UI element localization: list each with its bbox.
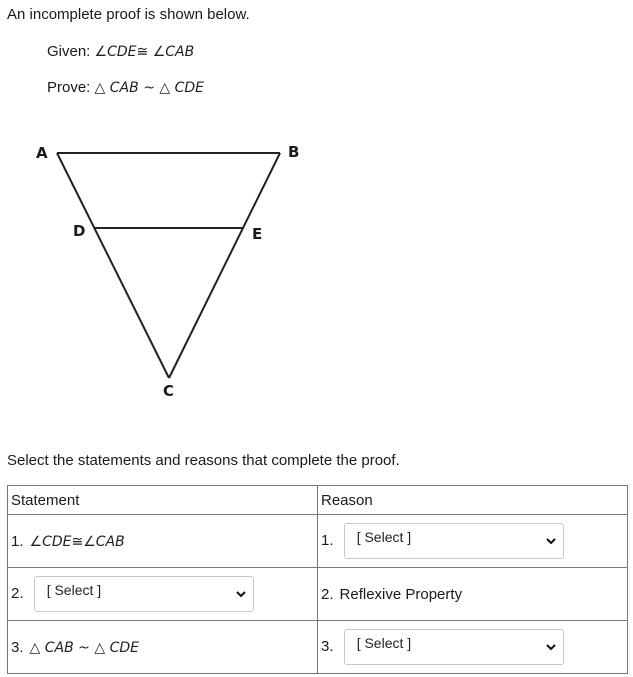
intro-text: An incomplete proof is shown below. (7, 6, 250, 23)
label-c: C (163, 382, 174, 400)
reason-cell-3: 3. [ Select ] (317, 620, 628, 674)
given-line: Given: ∠CDE≅ ∠CAB (47, 43, 194, 60)
label-e: E (252, 225, 262, 243)
table-row: 1. ∠CDE≅∠CAB 1. [ Select ] (7, 514, 628, 568)
statement-cell-2: 2. [ Select ] (7, 567, 318, 621)
statement-2-select[interactable]: [ Select ] (33, 576, 254, 612)
reason-2-text: Reflexive Property (339, 585, 463, 603)
table-row: 3. △ CAB ~ △ CDE 3. [ Select ] (7, 620, 628, 674)
given-label: Given: (47, 43, 91, 60)
statement-1-text: ∠CDE≅∠CAB (29, 533, 125, 550)
table-row: 2. [ Select ] 2. Reflexive Property (7, 567, 628, 621)
statement-3-text: △ CAB ~ △ CDE (29, 639, 139, 656)
chevron-down-icon (545, 644, 556, 651)
statement-cell-3: 3. △ CAB ~ △ CDE (7, 620, 318, 674)
triangle-figure: A B D E C (36, 143, 299, 400)
reason-3-select[interactable]: [ Select ] (343, 629, 564, 665)
reason-1-select[interactable]: [ Select ] (343, 523, 564, 559)
header-statement: Statement (7, 485, 318, 515)
statement-cell-1: 1. ∠CDE≅∠CAB (7, 514, 318, 568)
given-statement: ∠CDE≅ ∠CAB (94, 44, 195, 60)
proof-table: Statement Reason 1. ∠CDE≅∠CAB 1. [ Select… (7, 485, 628, 674)
label-a: A (36, 144, 48, 162)
prove-statement: △ CAB ~ △ CDE (94, 80, 205, 96)
chevron-down-icon (545, 538, 556, 545)
prove-line: Prove: △ CAB ~ △ CDE (47, 79, 204, 96)
reason-cell-1: 1. [ Select ] (317, 514, 628, 568)
prove-label: Prove: (47, 79, 91, 96)
header-reason: Reason (317, 485, 628, 515)
table-header-row: Statement Reason (7, 485, 628, 515)
label-d: D (73, 222, 85, 240)
reason-cell-2: 2. Reflexive Property (317, 567, 628, 621)
segment-bc (168, 152, 281, 379)
chevron-down-icon (235, 591, 246, 598)
label-b: B (288, 143, 299, 161)
instruction-text: Select the statements and reasons that c… (7, 452, 400, 469)
segment-ac (56, 152, 170, 379)
